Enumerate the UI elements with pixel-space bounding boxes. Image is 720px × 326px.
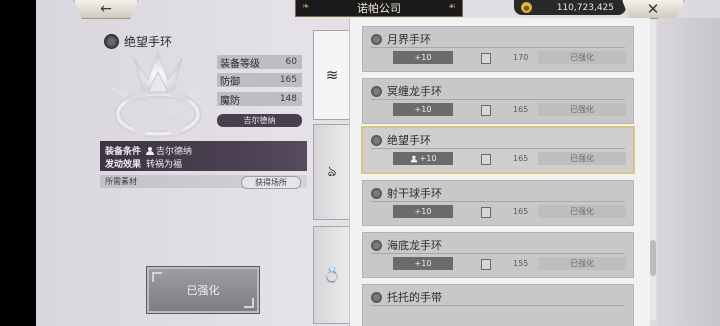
stat-value: 148	[279, 94, 297, 104]
enhance-state: 已强化	[538, 257, 626, 270]
coin-icon: ●	[521, 2, 532, 13]
materials-label: 所需素材	[105, 177, 137, 186]
enhanced-button[interactable]: 已强化	[147, 267, 259, 313]
enhance-state: 已强化	[538, 205, 626, 218]
tab-ring[interactable]: 💍	[313, 226, 350, 324]
enhance-state: 已强化	[538, 51, 626, 64]
stat-row-level: 装备等级 60	[217, 55, 302, 70]
bracelet-icon	[371, 33, 382, 45]
close-button[interactable]: ✕	[622, 0, 684, 19]
bracelet-illustration	[108, 50, 208, 138]
enhance-state: 已强化	[538, 152, 626, 165]
enhance-level: +10	[393, 257, 453, 270]
person-icon	[410, 155, 417, 162]
owner-tag: 吉尔德纳	[217, 114, 302, 127]
list-item-name: 射干球手环	[387, 187, 442, 200]
stat-row-magic-defense: 魔防 148	[217, 92, 302, 107]
item-value: 170	[513, 53, 529, 62]
bracelet-icon	[371, 187, 382, 199]
item-value: 165	[513, 207, 529, 216]
requirement-row: 装备条件 吉尔德纳	[105, 144, 192, 157]
bracelet-icon	[371, 134, 382, 146]
tab-necklace[interactable]: ঌ	[313, 124, 350, 220]
back-button[interactable]: ←	[74, 0, 138, 19]
list-item-name: 绝望手环	[387, 134, 431, 147]
materials-bar: 所需素材 获得场所	[100, 175, 307, 189]
tab-spring[interactable]: ≋	[313, 30, 350, 120]
ornament-icon: ☙	[447, 2, 456, 12]
item-value: 165	[513, 154, 529, 163]
left-black-bar	[0, 0, 36, 326]
list-item[interactable]: 托托的手带	[362, 284, 634, 326]
acquisition-button[interactable]: 获得场所	[241, 176, 301, 189]
item-name: 绝望手环	[124, 35, 173, 49]
enhance-level: +10	[393, 205, 453, 218]
back-arrow-icon: ←	[100, 1, 112, 17]
page-title-plate: ❧ 诺帕公司 ☙	[295, 0, 463, 17]
scrollbar-thumb[interactable]	[650, 240, 656, 276]
requirement-label: 装备条件	[105, 147, 142, 157]
right-margin-panel	[658, 18, 720, 326]
list-item-name: 冥缠龙手环	[387, 85, 442, 98]
bracelet-enhance-screen: ← ❧ 诺帕公司 ☙ ● 110,723,425 ✕ 绝望手环 装备等级 60 …	[0, 0, 720, 326]
ring-icon: 💍	[322, 266, 342, 284]
enhance-level: +10	[393, 103, 453, 116]
divider	[371, 253, 625, 254]
divider	[371, 305, 625, 306]
necklace-icon: ঌ	[327, 161, 337, 180]
bracelet-list[interactable]: 月界手环 +10 170 已强化 冥缠龙手环 +10 165 已强化 绝望手环	[349, 18, 650, 326]
document-icon	[481, 154, 491, 165]
stat-value: 60	[285, 57, 297, 67]
list-item-name: 托托的手带	[387, 291, 442, 304]
stat-label: 防御	[220, 76, 240, 88]
list-item-header: 海底龙手环	[371, 237, 442, 253]
bracelet-icon	[104, 34, 119, 49]
currency-amount: 110,723,425	[556, 2, 614, 13]
item-header: 绝望手环	[104, 33, 172, 50]
enhance-level: +10	[393, 152, 453, 165]
ornament-icon: ❧	[302, 2, 310, 12]
document-icon	[481, 105, 491, 116]
document-icon	[481, 259, 491, 270]
list-item[interactable]: 月界手环 +10 170 已强化	[362, 26, 634, 72]
document-icon	[481, 53, 491, 64]
list-item[interactable]: 射干球手环 +10 165 已强化	[362, 180, 634, 226]
stat-row-defense: 防御 165	[217, 73, 302, 88]
item-value: 155	[513, 259, 529, 268]
list-item[interactable]: 海底龙手环 +10 155 已强化	[362, 232, 634, 278]
list-item-name: 月界手环	[387, 33, 431, 46]
list-item-selected[interactable]: 绝望手环 +10 165 已强化	[361, 126, 635, 174]
list-item[interactable]: 冥缠龙手环 +10 165 已强化	[362, 78, 634, 124]
stat-value: 165	[279, 75, 297, 85]
page-title: 诺帕公司	[357, 2, 401, 15]
close-icon: ✕	[646, 0, 660, 18]
divider	[371, 148, 625, 149]
bracelet-icon	[371, 291, 382, 303]
divider	[371, 99, 625, 100]
effect-box: 装备条件 吉尔德纳 发动效果 转祸为福	[100, 141, 307, 171]
enhance-state: 已强化	[538, 103, 626, 116]
bracelet-icon	[371, 239, 382, 251]
person-icon	[146, 146, 155, 155]
divider	[371, 47, 625, 48]
list-item-header: 月界手环	[371, 31, 431, 47]
list-item-header: 绝望手环	[371, 132, 431, 148]
list-item-name: 海底龙手环	[387, 239, 442, 252]
list-item-header: 冥缠龙手环	[371, 83, 442, 99]
list-item-header: 射干球手环	[371, 185, 442, 201]
item-value: 165	[513, 105, 529, 114]
divider	[371, 201, 625, 202]
requirement-value: 吉尔德纳	[156, 147, 193, 157]
bracelet-icon	[371, 85, 382, 97]
stat-label: 装备等级	[220, 58, 260, 70]
spring-coil-icon: ≋	[325, 66, 339, 84]
enhance-level: +10	[393, 51, 453, 64]
effect-value: 转祸为福	[146, 160, 183, 170]
document-icon	[481, 207, 491, 218]
currency-display: ● 110,723,425	[514, 0, 626, 15]
effect-label: 发动效果	[105, 160, 142, 170]
effect-row: 发动效果 转祸为福	[105, 157, 182, 170]
list-item-header: 托托的手带	[371, 289, 442, 305]
stat-label: 魔防	[220, 95, 240, 107]
